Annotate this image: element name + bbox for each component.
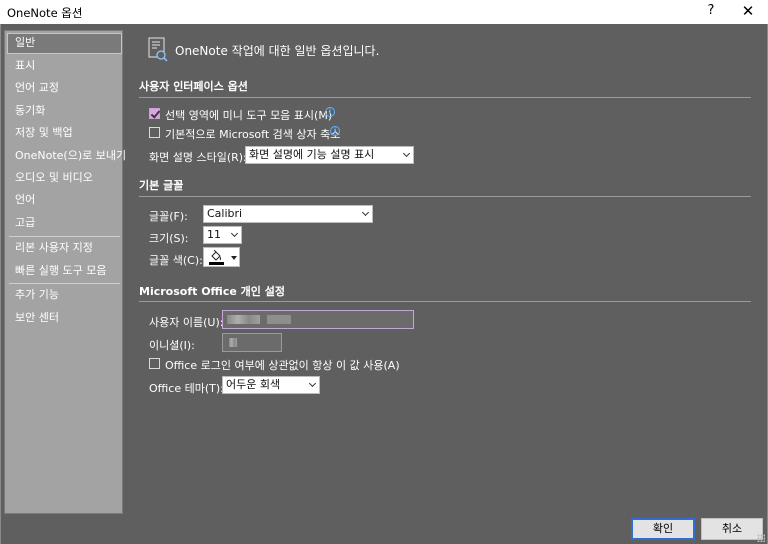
sidebar-item-quick-access[interactable]: 빠른 실행 도구 모음 xyxy=(7,261,122,282)
section-title-default-font: 기본 글꼴 xyxy=(139,179,184,192)
sidebar-item-audio-video[interactable]: 오디오 및 비디오 xyxy=(7,168,122,189)
sidebar-item-send-to-onenote[interactable]: OneNote(으)로 보내기 xyxy=(7,146,126,167)
always-use-label: Office 로그인 여부에 상관없이 항상 이 값 사용(A) xyxy=(165,359,400,372)
screentip-style-value: 화면 설명에 기능 설명 표시 xyxy=(249,148,375,161)
chevron-down-icon xyxy=(308,379,317,388)
ok-button[interactable]: 확인 xyxy=(631,518,695,540)
screentip-style-select[interactable]: 화면 설명에 기능 설명 표시 xyxy=(245,146,414,164)
sidebar-item-customize-ribbon[interactable]: 리본 사용자 지정 xyxy=(7,238,122,259)
chevron-down-icon xyxy=(402,149,411,158)
paint-bucket-icon xyxy=(211,250,221,261)
sidebar-item-trust-center[interactable]: 보안 센터 xyxy=(7,308,122,329)
username-field[interactable] xyxy=(222,310,414,329)
chevron-down-icon xyxy=(361,208,370,217)
office-theme-value: 어두운 회색 xyxy=(226,378,281,391)
sidebar-item-advanced[interactable]: 고급 xyxy=(7,213,122,234)
redacted-text xyxy=(229,338,237,347)
sidebar-divider xyxy=(9,283,120,284)
cancel-button[interactable]: 취소 xyxy=(701,518,763,540)
options-page-icon xyxy=(148,37,168,62)
section-title-ui-options: 사용자 인터페이스 옵션 xyxy=(139,80,248,93)
screentip-style-label: 화면 설명 스타일(R): xyxy=(149,151,247,164)
dropdown-arrow-icon xyxy=(231,256,237,260)
initials-label: 이니셜(I): xyxy=(149,339,195,352)
mini-toolbar-checkbox[interactable] xyxy=(149,108,160,119)
size-value: 11 xyxy=(207,228,221,241)
collapse-search-label: 기본적으로 Microsoft 검색 상자 축소 xyxy=(165,128,341,141)
redacted-text xyxy=(227,315,260,324)
category-sidebar: 일반 표시 언어 교정 동기화 저장 및 백업 OneNote(으)로 보내기 … xyxy=(4,30,126,514)
section-divider xyxy=(139,301,751,302)
window-title: OneNote 옵션 xyxy=(7,6,83,20)
sidebar-item-language[interactable]: 언어 xyxy=(7,190,122,211)
sidebar-item-display[interactable]: 표시 xyxy=(7,56,122,77)
chevron-down-icon xyxy=(230,229,239,238)
section-divider xyxy=(139,97,751,98)
section-divider xyxy=(139,196,751,197)
resize-grip[interactable] xyxy=(757,534,765,542)
redacted-text xyxy=(267,315,291,324)
font-label: 글꼴(F): xyxy=(149,210,188,223)
sidebar-item-general[interactable]: 일반 xyxy=(7,33,122,54)
size-label: 크기(S): xyxy=(149,232,189,245)
font-color-label: 글꼴 색(C): xyxy=(149,254,203,267)
size-select[interactable]: 11 xyxy=(203,226,242,244)
initials-field[interactable] xyxy=(222,333,282,352)
page-description: OneNote 작업에 대한 일반 옵션입니다. xyxy=(175,44,380,58)
sidebar-item-sync[interactable]: 동기화 xyxy=(7,101,122,122)
font-select[interactable]: Calibri xyxy=(203,205,373,223)
color-swatch xyxy=(209,262,224,265)
collapse-search-checkbox[interactable] xyxy=(149,127,160,138)
sidebar-divider xyxy=(9,236,120,237)
sidebar-item-save-backup[interactable]: 저장 및 백업 xyxy=(7,123,122,144)
office-theme-label: Office 테마(T): xyxy=(149,382,224,395)
info-icon[interactable]: i xyxy=(325,107,335,117)
always-use-checkbox[interactable] xyxy=(149,358,160,369)
title-bar: OneNote 옵션 ? ✕ xyxy=(0,0,768,24)
sidebar-item-add-ins[interactable]: 추가 기능 xyxy=(7,285,122,306)
username-label: 사용자 이름(U): xyxy=(149,316,224,329)
mini-toolbar-label: 선택 영역에 미니 도구 모음 표시(M) xyxy=(165,109,333,122)
help-button[interactable]: ? xyxy=(703,3,719,21)
sidebar-item-proofing[interactable]: 언어 교정 xyxy=(7,78,122,99)
close-button[interactable]: ✕ xyxy=(738,2,758,22)
section-title-personalize: Microsoft Office 개인 설정 xyxy=(139,285,285,298)
office-theme-select[interactable]: 어두운 회색 xyxy=(222,376,320,394)
info-icon[interactable]: i xyxy=(330,126,340,136)
font-color-button[interactable] xyxy=(203,247,240,267)
font-value: Calibri xyxy=(207,207,243,220)
